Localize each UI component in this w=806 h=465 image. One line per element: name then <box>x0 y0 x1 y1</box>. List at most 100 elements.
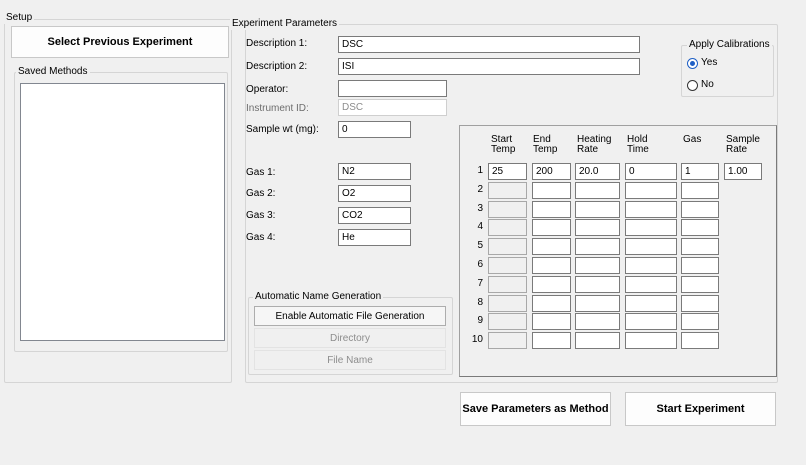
gas2-label: Gas 2: <box>246 188 276 199</box>
gas2-field[interactable] <box>338 185 411 202</box>
heating-rate-cell[interactable] <box>575 219 620 236</box>
end-temp-cell[interactable] <box>532 182 571 199</box>
description2-field[interactable] <box>338 58 640 75</box>
select-previous-experiment-button[interactable]: Select Previous Experiment <box>11 26 229 58</box>
grid-row-number: 3 <box>477 203 483 214</box>
heating-rate-header: Heating Rate <box>577 135 611 155</box>
gas1-field[interactable] <box>338 163 411 180</box>
heating-rate-cell[interactable] <box>575 182 620 199</box>
start-temp-cell <box>488 257 527 274</box>
gas-header: Gas <box>683 135 701 145</box>
end-temp-cell[interactable] <box>532 238 571 255</box>
file-name-button: File Name <box>254 350 446 370</box>
gas-cell[interactable] <box>681 313 719 330</box>
start-experiment-button[interactable]: Start Experiment <box>625 392 776 426</box>
end-temp-header: End Temp <box>533 135 557 155</box>
hold-time-cell[interactable] <box>625 163 677 180</box>
hold-time-cell[interactable] <box>625 238 677 255</box>
hold-time-cell[interactable] <box>625 182 677 199</box>
calibrations-yes-radio[interactable] <box>687 58 698 69</box>
sample-rate-cell[interactable] <box>724 163 762 180</box>
gas-cell[interactable] <box>681 219 719 236</box>
directory-button: Directory <box>254 328 446 348</box>
start-temp-cell <box>488 182 527 199</box>
start-temp-cell <box>488 332 527 349</box>
gas-cell[interactable] <box>681 238 719 255</box>
sample-rate-header: Sample Rate <box>726 135 760 155</box>
heating-rate-cell[interactable] <box>575 163 620 180</box>
grid-row-number: 10 <box>471 334 483 345</box>
hold-time-header: Hold Time <box>627 135 649 155</box>
hold-time-cell[interactable] <box>625 276 677 293</box>
gas-header-line1: Gas <box>683 134 702 145</box>
start-temp-header-line2: Temp <box>491 144 516 155</box>
heating-rate-cell[interactable] <box>575 295 620 312</box>
end-temp-cell[interactable] <box>532 163 571 180</box>
gas-cell[interactable] <box>681 295 719 312</box>
gas-cell[interactable] <box>681 332 719 349</box>
heating-rate-cell[interactable] <box>575 201 620 218</box>
start-temp-cell <box>488 238 527 255</box>
start-temp-cell <box>488 313 527 330</box>
hold-time-cell[interactable] <box>625 313 677 330</box>
end-temp-cell[interactable] <box>532 332 571 349</box>
calibrations-no-radio[interactable] <box>687 80 698 91</box>
end-temp-cell[interactable] <box>532 313 571 330</box>
gas3-label: Gas 3: <box>246 210 276 221</box>
experiment-parameters-title: Experiment Parameters <box>230 18 340 30</box>
hold-time-cell[interactable] <box>625 201 677 218</box>
hold-time-cell[interactable] <box>625 219 677 236</box>
start-temp-cell <box>488 276 527 293</box>
hold-time-cell[interactable] <box>625 257 677 274</box>
gas-cell[interactable] <box>681 201 719 218</box>
operator-field[interactable] <box>338 80 447 97</box>
description1-label: Description 1: <box>246 38 308 49</box>
grid-row-number: 9 <box>477 315 483 326</box>
grid-row-number: 2 <box>477 184 483 195</box>
end-temp-cell[interactable] <box>532 201 571 218</box>
heating-rate-header-line2: Rate <box>577 144 599 155</box>
end-temp-header-line2: Temp <box>533 144 558 155</box>
apply-calibrations-title: Apply Calibrations <box>687 39 772 51</box>
hold-time-cell[interactable] <box>625 332 677 349</box>
start-temp-cell <box>488 295 527 312</box>
grid-row-number: 7 <box>477 278 483 289</box>
saved-methods-title: Saved Methods <box>16 66 90 78</box>
sample-wt-label: Sample wt (mg): <box>246 124 319 135</box>
grid-row-number: 1 <box>477 165 483 176</box>
save-parameters-as-method-button[interactable]: Save Parameters as Method <box>460 392 611 426</box>
end-temp-cell[interactable] <box>532 295 571 312</box>
description1-field[interactable] <box>338 36 640 53</box>
start-temp-header: Start Temp <box>491 135 515 155</box>
gas-cell[interactable] <box>681 182 719 199</box>
heating-rate-cell[interactable] <box>575 313 620 330</box>
hold-time-cell[interactable] <box>625 295 677 312</box>
sample-wt-field[interactable] <box>338 121 411 138</box>
end-temp-cell[interactable] <box>532 257 571 274</box>
heating-rate-cell[interactable] <box>575 332 620 349</box>
saved-methods-list[interactable] <box>20 83 225 341</box>
heating-rate-cell[interactable] <box>575 257 620 274</box>
end-temp-cell[interactable] <box>532 219 571 236</box>
start-temp-cell[interactable] <box>488 163 527 180</box>
gas3-field[interactable] <box>338 207 411 224</box>
auto-name-title: Automatic Name Generation <box>253 291 384 303</box>
gas4-label: Gas 4: <box>246 232 276 243</box>
grid-row-number: 5 <box>477 240 483 251</box>
start-temp-cell <box>488 219 527 236</box>
calibrations-yes-label[interactable]: Yes <box>701 57 717 69</box>
enable-auto-file-generation-button[interactable]: Enable Automatic File Generation <box>254 306 446 326</box>
heating-rate-cell[interactable] <box>575 276 620 293</box>
grid-row-number: 4 <box>477 221 483 232</box>
gas-cell[interactable] <box>681 257 719 274</box>
heating-rate-cell[interactable] <box>575 238 620 255</box>
operator-label: Operator: <box>246 84 289 95</box>
gas-cell[interactable] <box>681 276 719 293</box>
gas-cell[interactable] <box>681 163 719 180</box>
hold-time-header-line2: Time <box>627 144 649 155</box>
end-temp-cell[interactable] <box>532 276 571 293</box>
gas4-field[interactable] <box>338 229 411 246</box>
instrument-id-label: Instrument ID: <box>246 103 309 114</box>
description2-label: Description 2: <box>246 61 308 72</box>
calibrations-no-label[interactable]: No <box>701 79 714 91</box>
